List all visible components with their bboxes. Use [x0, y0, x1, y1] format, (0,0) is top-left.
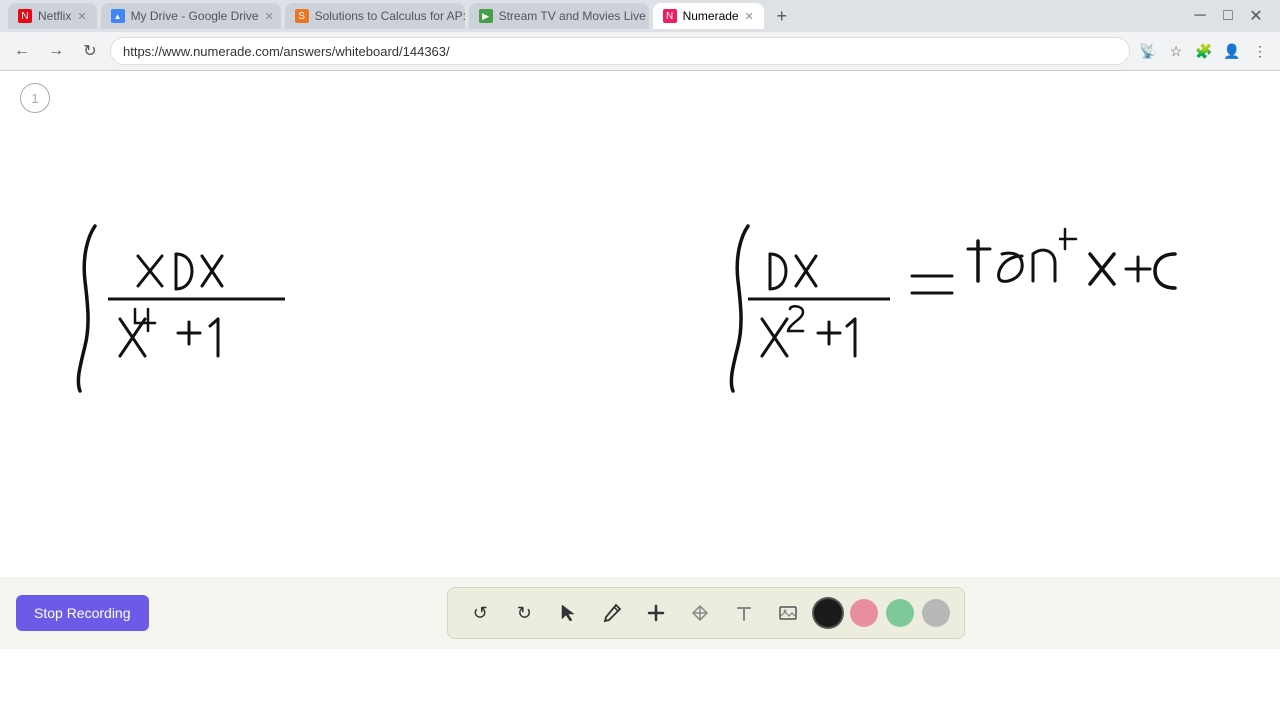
- highlighter-button[interactable]: [682, 595, 718, 631]
- text-icon: [734, 603, 754, 623]
- select-button[interactable]: [550, 595, 586, 631]
- pen-button[interactable]: [594, 595, 630, 631]
- profile-icon[interactable]: 👤: [1220, 39, 1244, 63]
- bookmark-icon[interactable]: ☆: [1164, 39, 1188, 63]
- image-icon: [778, 603, 798, 623]
- tab-numerade-close[interactable]: ✕: [745, 10, 754, 23]
- nav-bar: ← → ↻ https://www.numerade.com/answers/w…: [0, 32, 1280, 70]
- title-bar: N Netflix ✕ ▲ My Drive - Google Drive ✕ …: [0, 0, 1280, 32]
- page-number: 1: [31, 91, 38, 106]
- tab-netflix-label: Netflix: [38, 9, 71, 23]
- googledrive-favicon: ▲: [111, 9, 125, 23]
- whiteboard: 1: [0, 71, 1280, 649]
- browser-chrome: N Netflix ✕ ▲ My Drive - Google Drive ✕ …: [0, 0, 1280, 71]
- arrow-icon: [558, 603, 578, 623]
- tab-netflix-close[interactable]: ✕: [77, 10, 86, 23]
- tab-googledrive[interactable]: ▲ My Drive - Google Drive ✕: [101, 3, 281, 29]
- text-button[interactable]: [726, 595, 762, 631]
- refresh-button[interactable]: ↻: [76, 37, 104, 65]
- pen-icon: [602, 603, 622, 623]
- highlighter-icon: [690, 603, 710, 623]
- netflix-favicon: N: [18, 9, 32, 23]
- undo-button[interactable]: ↺: [462, 595, 498, 631]
- bottom-bar: Stop Recording ↺ ↻: [0, 577, 1280, 649]
- calculus-favicon: S: [295, 9, 309, 23]
- image-button[interactable]: [770, 595, 806, 631]
- color-pink[interactable]: [850, 599, 878, 627]
- tab-calculus[interactable]: S Solutions to Calculus for AP: Ea... ✕: [285, 3, 465, 29]
- page-indicator: 1: [20, 83, 50, 113]
- color-black[interactable]: [814, 599, 842, 627]
- menu-icon[interactable]: ⋮: [1248, 39, 1272, 63]
- color-gray[interactable]: [922, 599, 950, 627]
- math-content: [0, 71, 1280, 649]
- tab-googledrive-close[interactable]: ✕: [265, 10, 274, 23]
- numerade-favicon: N: [663, 9, 677, 23]
- url-text: https://www.numerade.com/answers/whitebo…: [123, 44, 450, 59]
- back-button[interactable]: ←: [8, 37, 36, 65]
- tab-numerade[interactable]: N Numerade ✕: [653, 3, 764, 29]
- tab-netflix[interactable]: N Netflix ✕: [8, 3, 97, 29]
- forward-button[interactable]: →: [42, 37, 70, 65]
- extension-icon[interactable]: 🧩: [1192, 39, 1216, 63]
- tab-calculus-label: Solutions to Calculus for AP: Ea...: [315, 9, 465, 23]
- stop-recording-button[interactable]: Stop Recording: [16, 595, 149, 631]
- stream-favicon: ▶: [479, 9, 493, 23]
- tab-stream-label: Stream TV and Movies Live and ...: [499, 9, 649, 23]
- tab-numerade-label: Numerade: [683, 9, 739, 23]
- address-bar[interactable]: https://www.numerade.com/answers/whitebo…: [110, 37, 1130, 65]
- add-icon: [646, 603, 666, 623]
- new-tab-button[interactable]: +: [768, 2, 796, 30]
- tab-stream[interactable]: ▶ Stream TV and Movies Live and ... ✕: [469, 3, 649, 29]
- color-green[interactable]: [886, 599, 914, 627]
- nav-extras: 📡 ☆ 🧩 👤 ⋮: [1136, 39, 1272, 63]
- cast-icon[interactable]: 📡: [1136, 39, 1160, 63]
- close-button[interactable]: ✕: [1248, 8, 1264, 24]
- toolbar-container: ↺ ↻: [447, 587, 965, 639]
- maximize-button[interactable]: □: [1220, 8, 1236, 24]
- tab-googledrive-label: My Drive - Google Drive: [131, 9, 259, 23]
- add-button[interactable]: [638, 595, 674, 631]
- redo-button[interactable]: ↻: [506, 595, 542, 631]
- minimize-button[interactable]: ─: [1192, 8, 1208, 24]
- window-controls: ─ □ ✕: [1192, 8, 1272, 24]
